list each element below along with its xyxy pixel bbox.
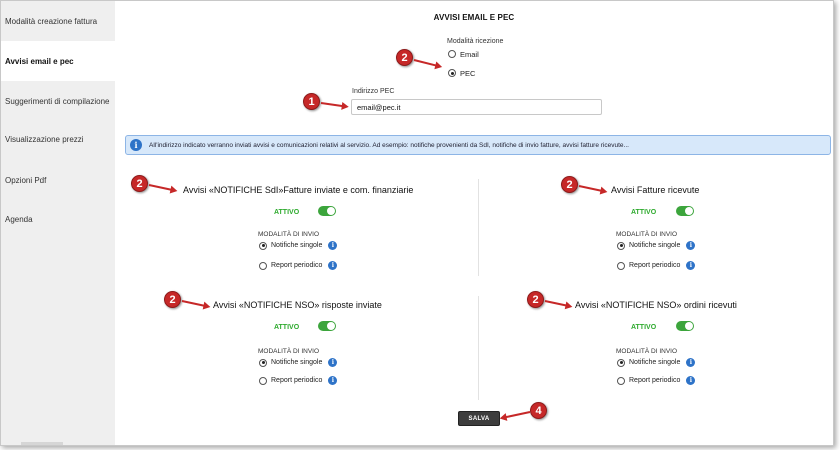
reception-option-pec[interactable]: PEC: [448, 67, 475, 79]
option-nso-ordini-report-periodico[interactable]: Report periodico i: [617, 376, 696, 385]
callout-badge: 2: [527, 291, 544, 308]
status-badge-fatture-ricevute: ATTIVO: [631, 209, 657, 216]
mode-label-fatture-ricevute: MODALITÀ DI INVIO: [616, 231, 678, 238]
callout-badge: 2: [396, 49, 413, 66]
radio-sdi-report-periodico[interactable]: [259, 261, 267, 270]
option-label: Report periodico: [629, 262, 681, 269]
radio-email[interactable]: [448, 50, 456, 58]
info-icon[interactable]: i: [686, 376, 696, 385]
radio-nso-risposte-notifiche-singole[interactable]: [259, 358, 267, 367]
option-label: Notifiche singole: [629, 242, 681, 249]
radio-ricevute-notifiche-singole[interactable]: [617, 241, 625, 250]
option-label: Report periodico: [629, 377, 681, 384]
radio-sdi-notifiche-singole[interactable]: [259, 241, 267, 250]
status-badge-sdi: ATTIVO: [274, 209, 300, 216]
save-button[interactable]: SALVA: [458, 411, 500, 426]
info-icon: i: [130, 139, 142, 151]
status-badge-nso-ordini: ATTIVO: [631, 324, 657, 331]
sidebar-item-visualizzazione-prezzi[interactable]: Visualizzazione prezzi: [1, 119, 115, 159]
radio-pec-label: PEC: [460, 68, 476, 78]
sidebar-item-label: Opzioni Pdf: [5, 175, 47, 185]
radio-nso-ordini-report-periodico[interactable]: [617, 376, 625, 385]
sidebar-item-label: Modalità creazione fattura: [5, 16, 98, 26]
section-title-sdi: Avvisi «NOTIFICHE SdI»Fatture inviate e …: [183, 185, 414, 195]
sidebar-item-label: Avvisi email e pec: [5, 56, 74, 66]
sidebar-item-label: Visualizzazione prezzi: [5, 134, 84, 144]
option-label: Notifiche singole: [271, 359, 323, 366]
pec-address-label: Indirizzo PEC: [352, 88, 395, 95]
callout-badge: 2: [164, 291, 181, 308]
main-panel: AVVISI EMAIL E PEC Modalità ricezione Em…: [115, 1, 833, 445]
section-divider-top: [478, 179, 479, 276]
section-title-nso-ordini: Avvisi «NOTIFICHE NSO» ordini ricevuti: [575, 300, 737, 310]
radio-nso-risposte-report-periodico[interactable]: [259, 376, 267, 385]
radio-ricevute-report-periodico[interactable]: [617, 261, 625, 270]
info-icon[interactable]: i: [328, 376, 338, 385]
callout-badge: 1: [303, 93, 320, 110]
option-nso-risposte-notifiche-singole[interactable]: Notifiche singole i: [259, 358, 338, 367]
option-sdi-notifiche-singole[interactable]: Notifiche singole i: [259, 241, 338, 250]
option-label: Notifiche singole: [271, 242, 323, 249]
section-title-nso-risposte: Avvisi «NOTIFICHE NSO» risposte inviate: [213, 300, 382, 310]
info-icon[interactable]: i: [328, 358, 338, 367]
option-nso-risposte-report-periodico[interactable]: Report periodico i: [259, 376, 338, 385]
option-ricevute-notifiche-singole[interactable]: Notifiche singole i: [617, 241, 696, 250]
toggle-nso-risposte[interactable]: [318, 321, 336, 331]
option-ricevute-report-periodico[interactable]: Report periodico i: [617, 261, 696, 270]
radio-pec[interactable]: [448, 69, 456, 77]
info-banner: i All'indirizzo indicato verranno inviat…: [125, 135, 831, 155]
radio-nso-ordini-notifiche-singole[interactable]: [617, 358, 625, 367]
status-badge-nso-risposte: ATTIVO: [274, 324, 300, 331]
info-icon[interactable]: i: [328, 241, 338, 250]
radio-email-label: Email: [460, 49, 479, 59]
toggle-sdi[interactable]: [318, 206, 336, 216]
sidebar-item-label: Agenda: [5, 214, 33, 224]
sidebar-item-avvisi-email-pec[interactable]: Avvisi email e pec: [1, 41, 115, 81]
option-label: Notifiche singole: [629, 359, 681, 366]
section-title-fatture-ricevute: Avvisi Fatture ricevute: [611, 185, 700, 195]
sidebar-item-opzioni-pdf[interactable]: Opzioni Pdf: [1, 160, 115, 200]
info-banner-text: All'indirizzo indicato verranno inviati …: [149, 141, 629, 149]
sidebar-scroll-handle[interactable]: [21, 442, 63, 445]
toggle-nso-ordini[interactable]: [676, 321, 694, 331]
callout-badge: 2: [561, 176, 578, 193]
mode-label-nso-risposte: MODALITÀ DI INVIO: [258, 348, 320, 355]
mode-label-sdi: MODALITÀ DI INVIO: [258, 231, 320, 238]
reception-option-email[interactable]: Email: [448, 48, 479, 60]
callout-badge: 4: [530, 402, 547, 419]
mode-label-nso-ordini: MODALITÀ DI INVIO: [616, 348, 678, 355]
reception-mode-label: Modalità ricezione: [447, 38, 504, 45]
info-icon[interactable]: i: [686, 241, 696, 250]
sidebar-item-modalita-creazione-fattura[interactable]: Modalità creazione fattura: [1, 1, 115, 41]
info-icon[interactable]: i: [328, 261, 338, 270]
option-label: Report periodico: [271, 377, 323, 384]
app-window: Modalità creazione fattura Avvisi email …: [0, 0, 834, 446]
page-title: AVVISI EMAIL E PEC: [433, 13, 515, 22]
sidebar-item-suggerimenti-compilazione[interactable]: Suggerimenti di compilazione: [1, 81, 115, 121]
pec-address-input[interactable]: [351, 99, 602, 115]
option-label: Report periodico: [271, 262, 323, 269]
option-sdi-report-periodico[interactable]: Report periodico i: [259, 261, 338, 270]
sidebar-item-label: Suggerimenti di compilazione: [5, 96, 110, 106]
section-divider-bottom: [478, 296, 479, 400]
info-icon[interactable]: i: [686, 358, 696, 367]
toggle-fatture-ricevute[interactable]: [676, 206, 694, 216]
option-nso-ordini-notifiche-singole[interactable]: Notifiche singole i: [617, 358, 696, 367]
callout-badge: 2: [131, 175, 148, 192]
sidebar: Modalità creazione fattura Avvisi email …: [1, 1, 115, 445]
sidebar-item-agenda[interactable]: Agenda: [1, 199, 115, 239]
info-icon[interactable]: i: [686, 261, 696, 270]
